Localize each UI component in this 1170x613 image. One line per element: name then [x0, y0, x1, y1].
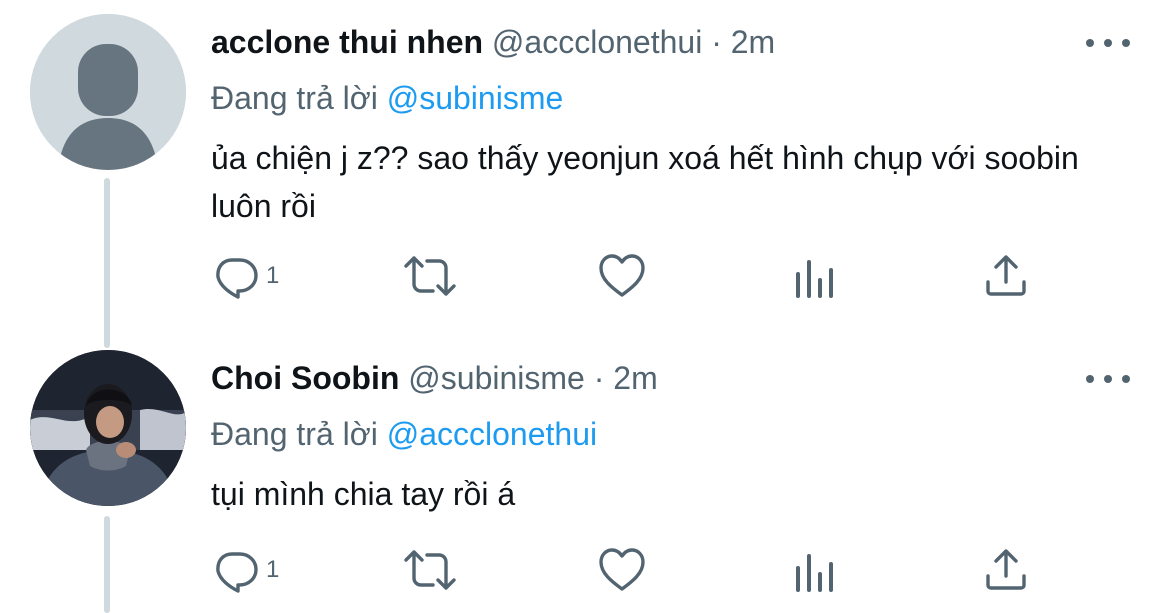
replying-to: Đang trả lời @subinisme	[211, 78, 563, 118]
timestamp[interactable]: 2m	[613, 360, 657, 396]
avatar[interactable]	[30, 350, 186, 506]
mention-link[interactable]: @subinisme	[387, 80, 564, 116]
retweet-icon	[404, 256, 456, 296]
reply-button[interactable]: 1	[212, 246, 279, 306]
like-icon	[599, 254, 645, 297]
tweet-text: tụi mình chia tay rồi á	[211, 476, 516, 512]
replying-prefix: Đang trả lời	[211, 80, 378, 116]
reply-count: 1	[266, 262, 280, 289]
author-name[interactable]: acclone thui nhen	[211, 24, 483, 60]
author-name[interactable]: Choi Soobin	[211, 360, 399, 396]
tweet-header: Choi Soobin @subinisme · 2m	[211, 358, 658, 398]
action-bar: 1	[0, 246, 1170, 306]
analytics-button[interactable]	[792, 246, 836, 306]
analytics-icon	[796, 554, 833, 592]
reply-count: 1	[266, 556, 280, 583]
reply-icon	[216, 258, 258, 299]
replying-prefix: Đang trả lời	[211, 416, 378, 452]
like-button[interactable]	[597, 246, 647, 306]
analytics-icon	[796, 260, 833, 298]
tweet[interactable]: acclone thui nhen @accclonethui · 2m Đan…	[0, 14, 1170, 322]
retweet-icon	[404, 550, 456, 590]
reply-icon	[216, 552, 258, 593]
reply-button[interactable]: 1	[212, 540, 279, 600]
avatar[interactable]	[30, 14, 186, 170]
share-icon	[986, 549, 1026, 590]
share-button[interactable]	[982, 246, 1030, 306]
retweet-button[interactable]	[402, 540, 458, 600]
more-options-icon[interactable]	[1086, 28, 1130, 58]
mention-link[interactable]: @accclonethui	[387, 416, 597, 452]
profile-photo	[30, 350, 186, 506]
share-icon	[986, 255, 1026, 296]
author-handle[interactable]: @accclonethui	[492, 24, 702, 60]
replying-to: Đang trả lời @accclonethui	[211, 414, 597, 454]
like-icon	[599, 548, 645, 591]
tweet-header: acclone thui nhen @accclonethui · 2m	[211, 22, 775, 62]
author-handle[interactable]: @subinisme	[408, 360, 585, 396]
more-options-icon[interactable]	[1086, 364, 1130, 394]
separator-dot: ·	[711, 24, 722, 60]
analytics-button[interactable]	[792, 540, 836, 600]
action-bar: 1	[0, 540, 1170, 600]
default-avatar-icon	[30, 14, 186, 170]
retweet-button[interactable]	[402, 246, 458, 306]
separator-dot: ·	[593, 360, 605, 396]
tweet-text: ủa chiện j z?? sao thấy yeonjun xoá hết …	[211, 140, 1079, 224]
timestamp[interactable]: 2m	[731, 24, 775, 60]
like-button[interactable]	[597, 540, 647, 600]
tweet[interactable]: Choi Soobin @subinisme · 2m Đang trả lời…	[0, 350, 1170, 613]
share-button[interactable]	[982, 540, 1030, 600]
